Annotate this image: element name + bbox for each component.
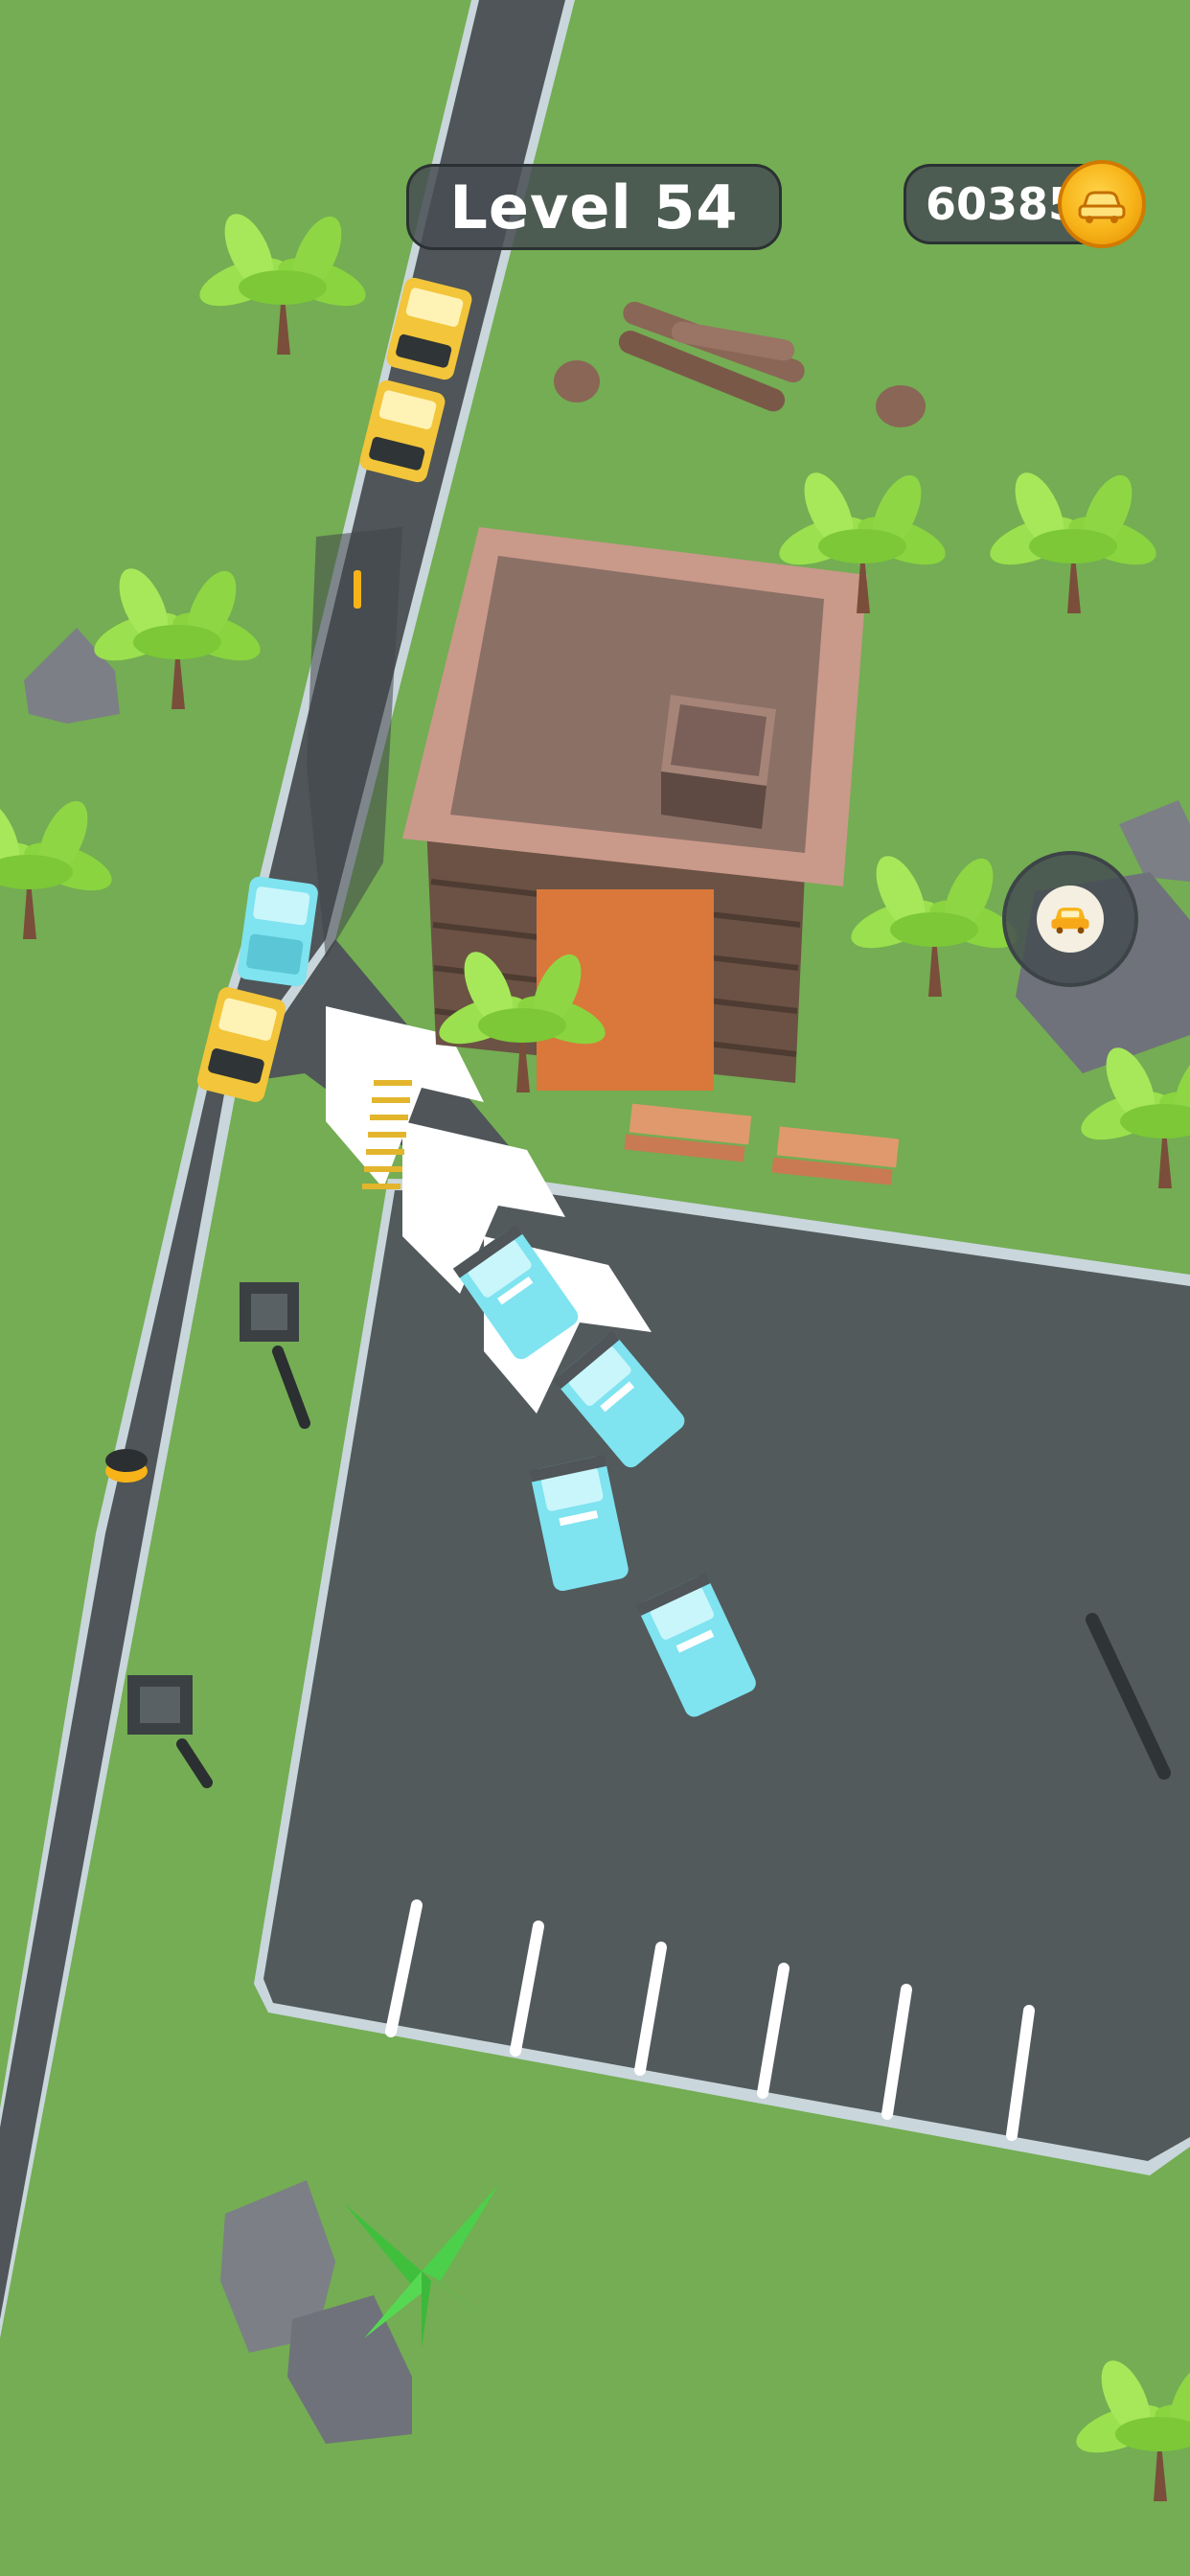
level-label: Level 54 — [449, 172, 739, 242]
tree-stump — [554, 360, 600, 402]
car-shop-button[interactable] — [1002, 851, 1138, 987]
game-scene — [0, 0, 1190, 2576]
tree-stump — [876, 385, 926, 427]
level-indicator: Level 54 — [406, 164, 782, 250]
coin-pickup — [354, 570, 361, 609]
cyan-car — [238, 876, 318, 987]
coin-pickup — [105, 1449, 148, 1483]
coin-count: 60385 — [926, 178, 1080, 230]
car-icon — [1037, 886, 1104, 953]
coin-car-icon — [1058, 160, 1146, 248]
